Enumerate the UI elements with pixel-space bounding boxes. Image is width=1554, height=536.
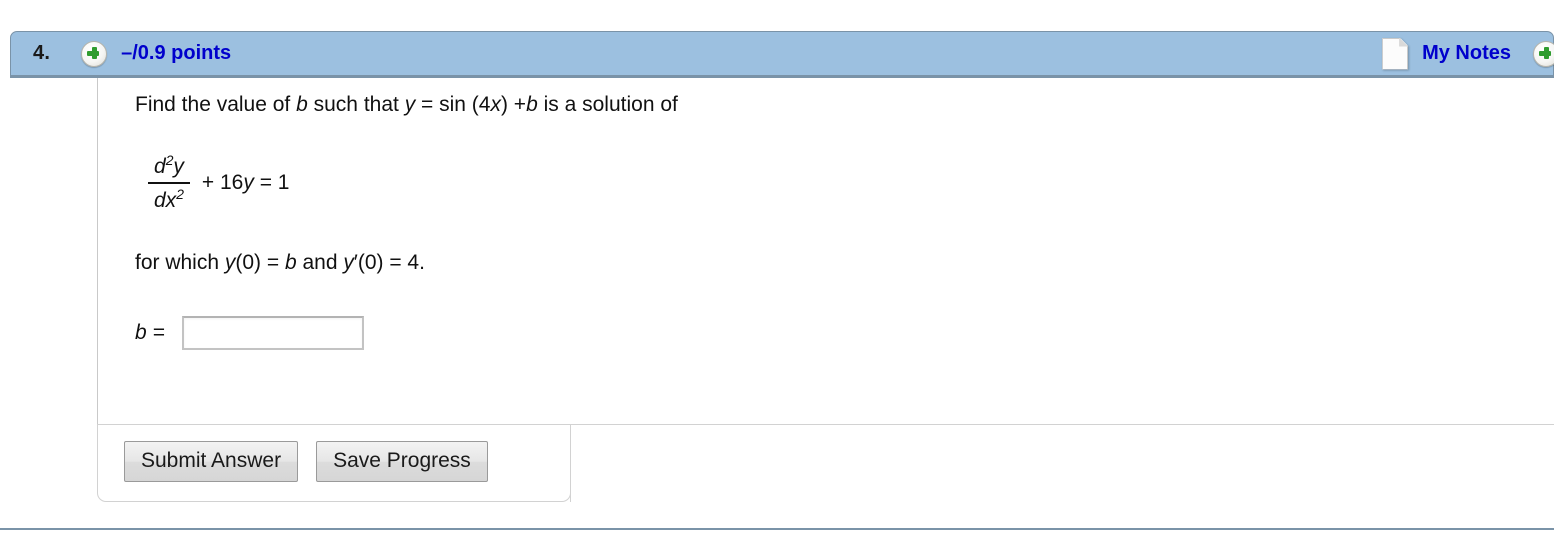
cond-var-y1: y xyxy=(224,250,236,274)
initial-conditions: for which y(0) = b and y′(0) = 4. xyxy=(135,250,1335,276)
answer-input[interactable] xyxy=(181,315,364,350)
prompt-text-3: = sin (4 xyxy=(415,93,491,116)
bottom-divider xyxy=(0,528,1554,530)
submit-answer-button[interactable]: Submit Answer xyxy=(124,441,299,482)
den-dx: dx xyxy=(154,188,177,212)
action-panel-right xyxy=(570,424,1554,502)
second-derivative-fraction: d2y dx2 xyxy=(148,152,190,214)
prompt-var-x: x xyxy=(490,93,501,116)
content-left-rail xyxy=(97,78,98,425)
answer-label: b = xyxy=(135,320,165,344)
num-y: y xyxy=(173,155,184,178)
action-button-row: Submit Answer Save Progress xyxy=(124,441,488,482)
save-progress-button[interactable]: Save Progress xyxy=(316,441,488,482)
prompt-var-b2: b xyxy=(526,93,538,116)
prompt-text-2: such that xyxy=(307,93,405,116)
cond-text-3: and xyxy=(296,250,344,274)
eq-var-y: y xyxy=(243,170,254,194)
answer-row: b = xyxy=(135,315,1335,350)
plus-circle-icon[interactable] xyxy=(81,40,108,67)
differential-equation: d2y dx2 + 16y = 1 xyxy=(148,152,1335,214)
prompt-text-4: ) + xyxy=(500,93,527,116)
prompt-var-y: y xyxy=(404,93,416,116)
cond-var-b: b xyxy=(284,250,297,274)
fraction-denominator: dx2 xyxy=(148,181,190,214)
question-header-bar: 4. –/0.9 points My Notes xyxy=(10,31,1554,78)
cond-var-y2: y xyxy=(343,250,354,274)
cond-text-4: ′(0) = 4. xyxy=(353,250,425,274)
fraction-numerator: d2y xyxy=(148,152,190,182)
prompt-text-1: Find the value of xyxy=(135,93,297,116)
eq-plus-16: + 16 xyxy=(201,170,244,194)
my-notes-link[interactable]: My Notes xyxy=(1422,42,1511,65)
prompt-text-5: is a solution of xyxy=(537,93,678,116)
question-prompt: Find the value of b such that y = sin (4… xyxy=(135,92,1335,118)
prompt-var-b1: b xyxy=(296,93,308,116)
points-label: –/0.9 points xyxy=(121,42,232,64)
den-exponent: 2 xyxy=(176,185,184,202)
note-page-icon[interactable] xyxy=(1382,37,1409,70)
equation-remainder: + 16y = 1 xyxy=(202,171,290,195)
eq-equals-one: = 1 xyxy=(253,170,290,194)
num-d: d xyxy=(154,155,166,178)
note-page-body xyxy=(1382,37,1409,70)
cond-text-1: for which xyxy=(135,250,225,274)
question-number: 4. xyxy=(33,42,51,64)
plus-circle-icon-notes[interactable] xyxy=(1533,40,1554,67)
cond-text-2: (0) = xyxy=(235,250,285,274)
question-body: Find the value of b such that y = sin (4… xyxy=(135,92,1335,350)
